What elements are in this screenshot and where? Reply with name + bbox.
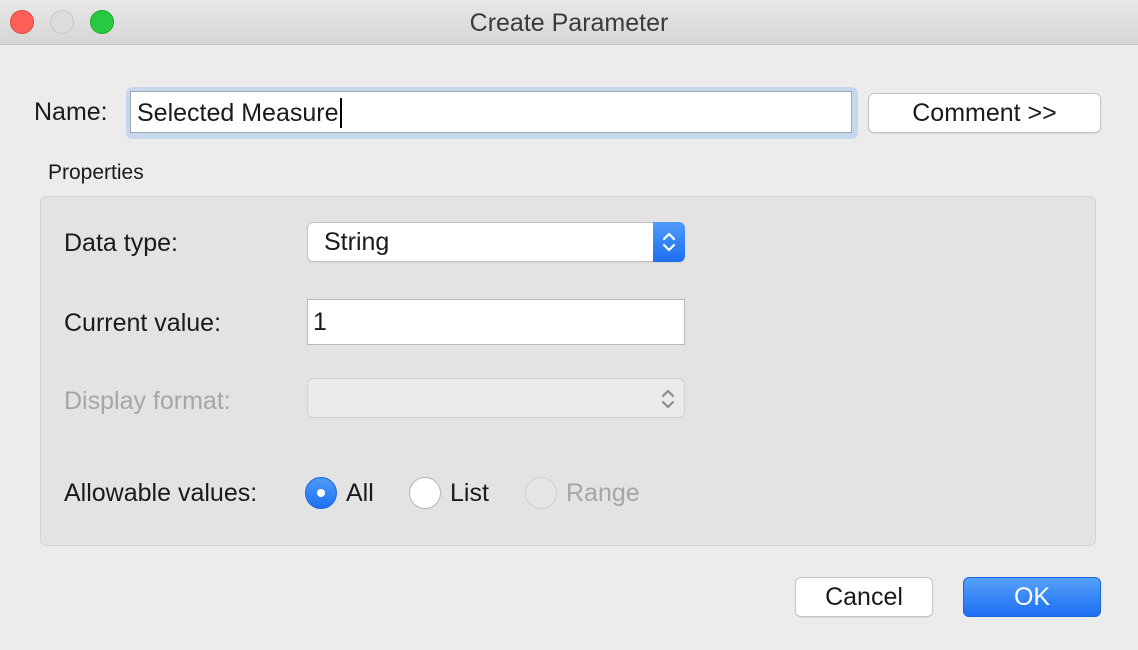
chevron-up-down-icon: [652, 379, 684, 419]
properties-group-label: Properties: [48, 161, 144, 184]
comment-button[interactable]: Comment >>: [868, 93, 1101, 133]
current-value-label: Current value:: [64, 309, 222, 337]
name-field-focus-ring: Selected Measure: [126, 87, 858, 139]
display-format-label: Display format:: [64, 387, 231, 415]
data-type-selected-value: String: [324, 228, 390, 256]
ok-button[interactable]: OK: [963, 577, 1101, 617]
window-title: Create Parameter: [469, 9, 669, 37]
radio-all[interactable]: [305, 477, 337, 509]
allowable-values-label: Allowable values:: [64, 479, 258, 507]
current-value-input[interactable]: 1: [307, 299, 685, 345]
radio-list[interactable]: [409, 477, 441, 509]
radio-range[interactable]: [525, 477, 557, 509]
display-format-select[interactable]: [307, 378, 685, 418]
name-label: Name:: [34, 98, 108, 126]
name-input[interactable]: Selected Measure: [130, 91, 852, 133]
title-bar: Create Parameter: [0, 0, 1138, 45]
data-type-label: Data type:: [64, 229, 178, 257]
name-input-value: Selected Measure: [137, 99, 339, 127]
chevron-up-down-icon: [653, 222, 685, 262]
create-parameter-dialog: Create Parameter Name: Selected Measure …: [0, 0, 1138, 650]
text-caret: [339, 98, 342, 128]
radio-list-label[interactable]: List: [450, 479, 489, 508]
radio-all-label[interactable]: All: [346, 479, 374, 508]
radio-range-label: Range: [566, 479, 640, 507]
cancel-button[interactable]: Cancel: [795, 577, 933, 617]
data-type-select[interactable]: String: [307, 222, 685, 262]
